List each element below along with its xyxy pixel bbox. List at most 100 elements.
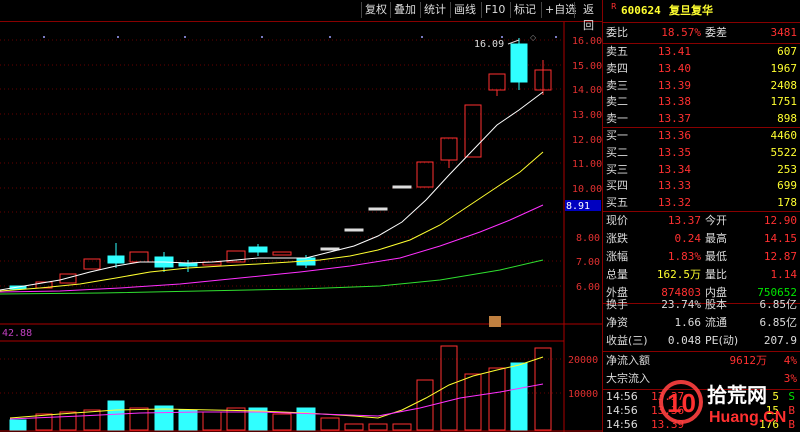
diamond-icon: ◇ (530, 33, 537, 42)
volume-left-label: 42.88 (2, 328, 32, 339)
f10-button[interactable]: F10 (481, 2, 508, 18)
bid-row: 买三 13.34 253 (603, 161, 800, 179)
ratio-value: 18.57% (661, 26, 701, 39)
ask-price: 13.38 (657, 95, 691, 109)
volume-bar (534, 347, 552, 431)
restore-rights-button[interactable]: 复权 (361, 2, 390, 18)
candle (368, 207, 388, 211)
candle (510, 43, 528, 83)
ask-qty: 898 (777, 112, 797, 126)
ask-label: 卖二 (606, 95, 628, 109)
candle (344, 228, 364, 232)
volume-bar (9, 419, 27, 431)
ask-price: 13.37 (657, 112, 691, 126)
volume-bar (320, 417, 340, 431)
diff-label: 委差 (705, 26, 727, 39)
cap-value: 6.85亿 (759, 298, 798, 311)
high-label: 最高 (705, 232, 727, 245)
price-tick: 10.00 (572, 184, 602, 195)
tick-time: 14:56 (606, 418, 638, 431)
ask-qty: 2408 (770, 78, 798, 92)
ask-label: 卖一 (606, 112, 628, 126)
cap-label: 股本 (705, 298, 727, 311)
candle (107, 255, 125, 264)
ask-label: 卖三 (606, 78, 628, 92)
now-value: 13.37 (667, 214, 701, 227)
statistics-button[interactable]: 统计 (420, 2, 449, 18)
bid-label: 买五 (606, 196, 628, 210)
now-label: 现价 (606, 214, 628, 227)
back-button[interactable]: 返回 (574, 2, 602, 32)
pct-label: 涨幅 (606, 250, 628, 263)
stock-code: 600624 (621, 4, 661, 17)
candle (440, 137, 458, 161)
ask-qty: 607 (777, 45, 797, 58)
bid-label: 买二 (606, 145, 628, 159)
eps-label: 收益(三) (606, 334, 648, 347)
volume-bar (272, 413, 292, 431)
volume-bar (129, 407, 149, 431)
ma20-line (0, 204, 544, 293)
float-value: 6.85亿 (759, 316, 798, 329)
price-tick: 7.00 (576, 257, 600, 268)
ma10-line (0, 151, 544, 292)
candle (272, 251, 292, 256)
kline-chart[interactable]: 16.09 ◇ 16.00 15.00 14.00 13.00 12.00 11… (0, 22, 602, 432)
overlay-button[interactable]: 叠加 (390, 2, 419, 18)
logo-url: Huang.CN (709, 409, 786, 426)
eps-value: 0.048 (667, 334, 701, 347)
quote-row-chg: 涨跌 0.24 最高 14.15 (603, 230, 800, 248)
volume-bar (392, 423, 412, 431)
stock-header: R 600624 复旦复华 (603, 2, 800, 20)
bid-row: 买五 13.32 178 (603, 194, 800, 212)
mark-button[interactable]: 标记 (510, 2, 539, 18)
volume-bar (488, 367, 506, 431)
signal-tag (489, 316, 501, 327)
price-tick: 6.00 (576, 282, 600, 293)
candle (488, 73, 506, 91)
ask-price: 13.41 (657, 45, 691, 58)
price-axis: 16.00 15.00 14.00 13.00 12.00 11.00 10.0… (572, 36, 602, 293)
volume-bar (368, 423, 388, 431)
bid-qty: 699 (777, 179, 797, 193)
vol-value: 162.5万 (656, 268, 701, 281)
ask-qty: 1751 (770, 95, 798, 109)
diff-value: 3481 (770, 26, 798, 39)
candle (320, 247, 340, 251)
nav-label: 净资 (606, 316, 628, 329)
ask-row: 卖一 13.37 898 (603, 110, 800, 128)
quote-row-pct: 涨幅 1.83% 最低 12.87 (603, 248, 800, 266)
high-value: 14.15 (763, 232, 797, 245)
ask-label: 卖四 (606, 61, 628, 75)
vol-ma5-line (9, 356, 544, 419)
chg-value: 0.24 (674, 232, 702, 245)
pe-value: 207.9 (763, 334, 797, 347)
bid-row: 买二 13.35 5522 (603, 144, 800, 162)
vr-value: 1.14 (770, 268, 798, 281)
bid-label: 买四 (606, 179, 628, 193)
pct-value: 1.83% (667, 250, 701, 263)
logo-brand: 拾荒网 (707, 383, 767, 407)
ask-price: 13.39 (657, 78, 691, 92)
volume-bar (510, 362, 528, 431)
volume-bar (202, 411, 222, 431)
flag-badge: R (611, 2, 617, 11)
fund-row-nav: 净资 1.66 流通 6.85亿 (603, 314, 800, 332)
ask-row: 卖二 13.38 1751 (603, 93, 800, 111)
fund-row-eps: 收益(三) 0.048 PE(动) 207.9 (603, 332, 800, 350)
ma5-line (0, 91, 544, 291)
bid-label: 买三 (606, 162, 628, 176)
candle (248, 246, 268, 253)
open-label: 今开 (705, 214, 727, 227)
current-price-label: 8.91 (566, 201, 590, 212)
ratio-label: 委比 (606, 26, 628, 39)
turn-label: 换手 (606, 298, 628, 311)
draw-line-button[interactable]: 画线 (450, 2, 479, 18)
tick-time: 14:56 (606, 404, 638, 417)
low-value: 12.87 (763, 250, 797, 263)
ma60-line (0, 259, 544, 295)
net-pct: 4% (783, 354, 797, 367)
bid-row: 买四 13.33 699 (603, 177, 800, 195)
volume-bar (83, 409, 101, 431)
bid-row: 买一 13.36 4460 (603, 127, 800, 145)
